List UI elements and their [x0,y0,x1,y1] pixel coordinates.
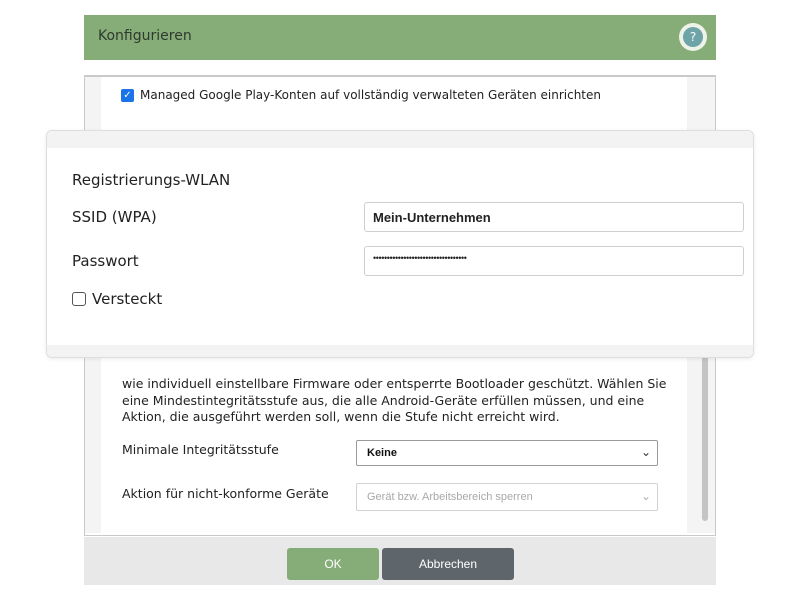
password-value: •••••••••••••••••••••••••••••••••• [373,253,467,263]
popup-bottom-bar [47,345,753,357]
dialog-footer: OK Abbrechen [84,537,716,585]
cancel-button[interactable]: Abbrechen [382,548,514,580]
popup-title: Registrierungs-WLAN [72,171,231,189]
hidden-network-checkbox[interactable] [72,292,86,306]
managed-accounts-row[interactable]: ✓ Managed Google Play-Konten auf vollstä… [121,88,601,102]
dialog-title: Konfigurieren [98,28,192,44]
ssid-value: Mein-Unternehmen [373,210,491,225]
hidden-network-row[interactable]: Versteckt [72,290,162,308]
popup-top-bar [47,131,753,148]
dialog-header: Konfigurieren ? [84,15,716,60]
enrollment-wifi-popup: Registrierungs-WLAN SSID (WPA) Mein-Unte… [46,130,754,358]
managed-accounts-checkbox[interactable]: ✓ [121,88,134,102]
noncompliant-action-placeholder: Gerät bzw. Arbeitsbereich sperren [367,491,533,503]
help-icon-glyph: ? [683,27,703,47]
integrity-description: wie individuell einstellbare Firmware od… [122,376,667,424]
noncompliant-action-label: Aktion für nicht-konforme Geräte [122,486,329,501]
min-integrity-value: Keine [367,447,397,459]
chevron-down-icon: ⌄ [640,445,651,459]
password-label: Passwort [72,252,139,270]
min-integrity-label: Minimale Integritätsstufe [122,442,279,457]
ssid-input[interactable]: Mein-Unternehmen [364,202,744,232]
min-integrity-select[interactable]: Keine ⌄ [356,440,658,466]
ok-button[interactable]: OK [287,548,379,580]
ssid-label: SSID (WPA) [72,208,157,226]
hidden-network-label: Versteckt [92,290,163,308]
scrollbar-thumb[interactable] [702,349,708,521]
managed-accounts-label: Managed Google Play-Konten auf vollständ… [140,88,601,102]
help-icon[interactable]: ? [679,23,707,51]
password-input[interactable]: •••••••••••••••••••••••••••••••••• [364,246,744,276]
noncompliant-action-select[interactable]: Gerät bzw. Arbeitsbereich sperren ⌄ [356,483,658,511]
chevron-down-icon: ⌄ [640,489,651,503]
